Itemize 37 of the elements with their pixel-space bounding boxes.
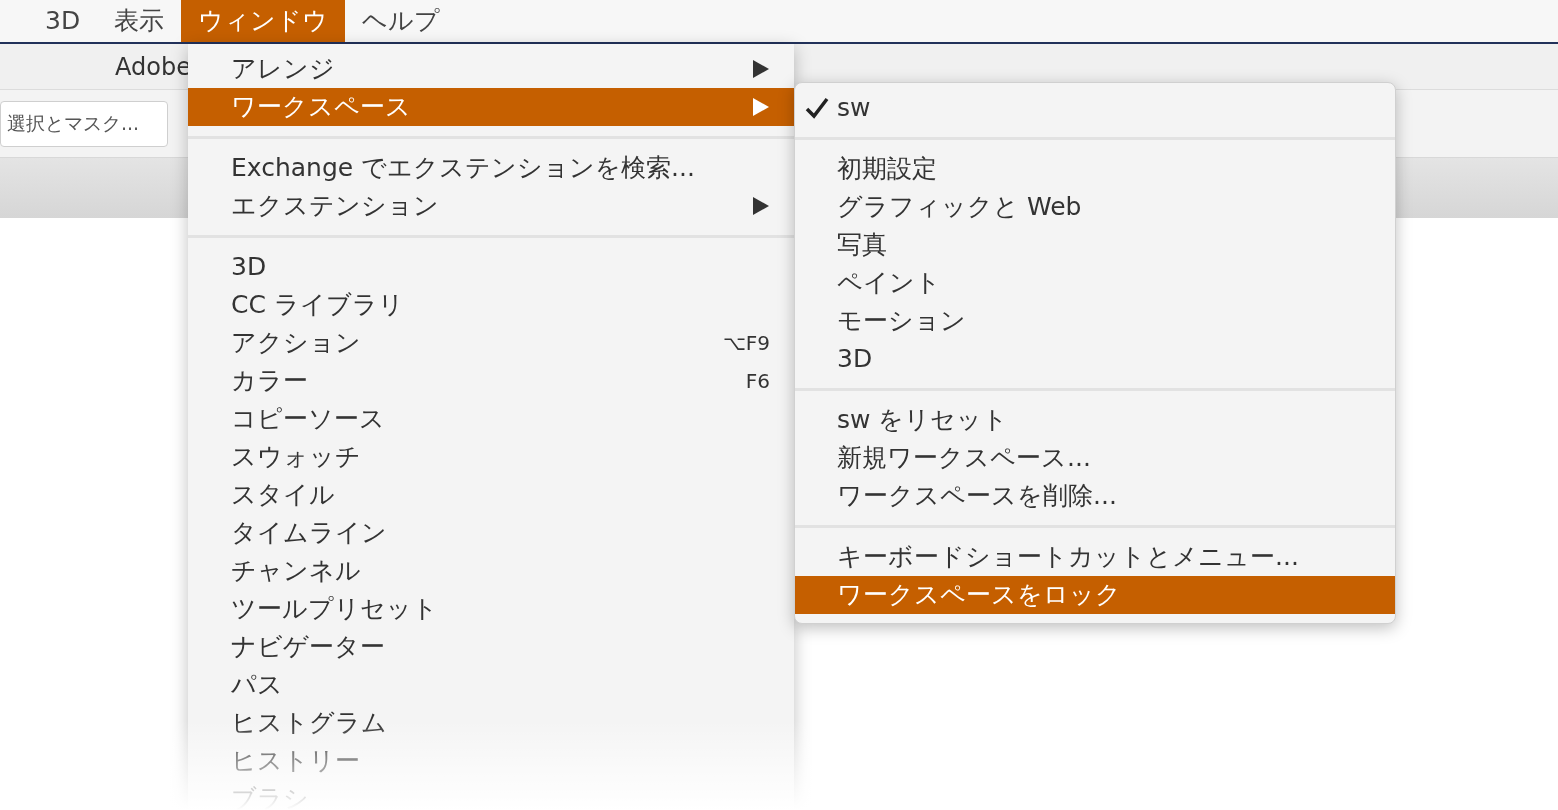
menu-item[interactable]: タイムライン xyxy=(188,514,794,552)
menu-item[interactable]: カラー F6 xyxy=(188,362,794,400)
menu-item[interactable]: 初期設定 xyxy=(795,150,1395,188)
menu-bar-item[interactable]: 3D xyxy=(28,0,98,42)
menu-item[interactable]: スウォッチ xyxy=(188,438,794,476)
menu-item[interactable]: 写真 xyxy=(795,226,1395,264)
menu-item[interactable]: グラフィックと Web xyxy=(795,188,1395,226)
menu-item[interactable]: ワークスペース xyxy=(188,88,794,126)
menu-item[interactable]: コピーソース xyxy=(188,400,794,438)
shortcut-label: ⌥F9 xyxy=(722,330,770,357)
menu-item[interactable]: パス xyxy=(188,666,794,704)
menu-item[interactable]: 3D xyxy=(795,340,1395,378)
menu-item[interactable]: ワークスペースをロック xyxy=(795,576,1395,614)
menu-bar-item[interactable]: ヘルプ xyxy=(345,0,458,42)
shortcut-label: F6 xyxy=(745,368,770,395)
menu-item[interactable]: ナビゲーター xyxy=(188,628,794,666)
menu-item[interactable]: チャンネル xyxy=(188,552,794,590)
menu-item[interactable]: モーション xyxy=(795,302,1395,340)
menu-item[interactable]: Exchange でエクステンションを検索... xyxy=(188,149,794,187)
app-title: Adobe xyxy=(115,51,191,83)
menu-item[interactable]: 3D xyxy=(188,248,794,286)
menu-item[interactable]: ワークスペースを削除... xyxy=(795,477,1395,515)
menu-item[interactable]: sw をリセット xyxy=(795,401,1395,439)
menu-item[interactable]: 新規ワークスペース... xyxy=(795,439,1395,477)
select-and-mask-button[interactable]: 選択とマスク... xyxy=(0,100,168,147)
menu-item[interactable]: エクステンション xyxy=(188,187,794,225)
menu-item[interactable]: ペイント xyxy=(795,264,1395,302)
menu-item[interactable]: ツールプリセット xyxy=(188,590,794,628)
menu-item[interactable]: アクション ⌥F9 xyxy=(188,324,794,362)
menu-item[interactable]: sw xyxy=(795,89,1395,127)
menu-bar-item[interactable]: 表示 xyxy=(97,0,182,42)
menu-item[interactable]: CC ライブラリ xyxy=(188,286,794,324)
menu-bar-item[interactable]: ウィンドウ xyxy=(181,0,346,42)
menu-item[interactable]: キーボードショートカットとメニュー... xyxy=(795,538,1395,576)
menu-item[interactable]: アレンジ xyxy=(188,50,794,88)
menu-item[interactable]: ヒストグラム xyxy=(188,704,794,742)
menu-item[interactable]: スタイル xyxy=(188,476,794,514)
